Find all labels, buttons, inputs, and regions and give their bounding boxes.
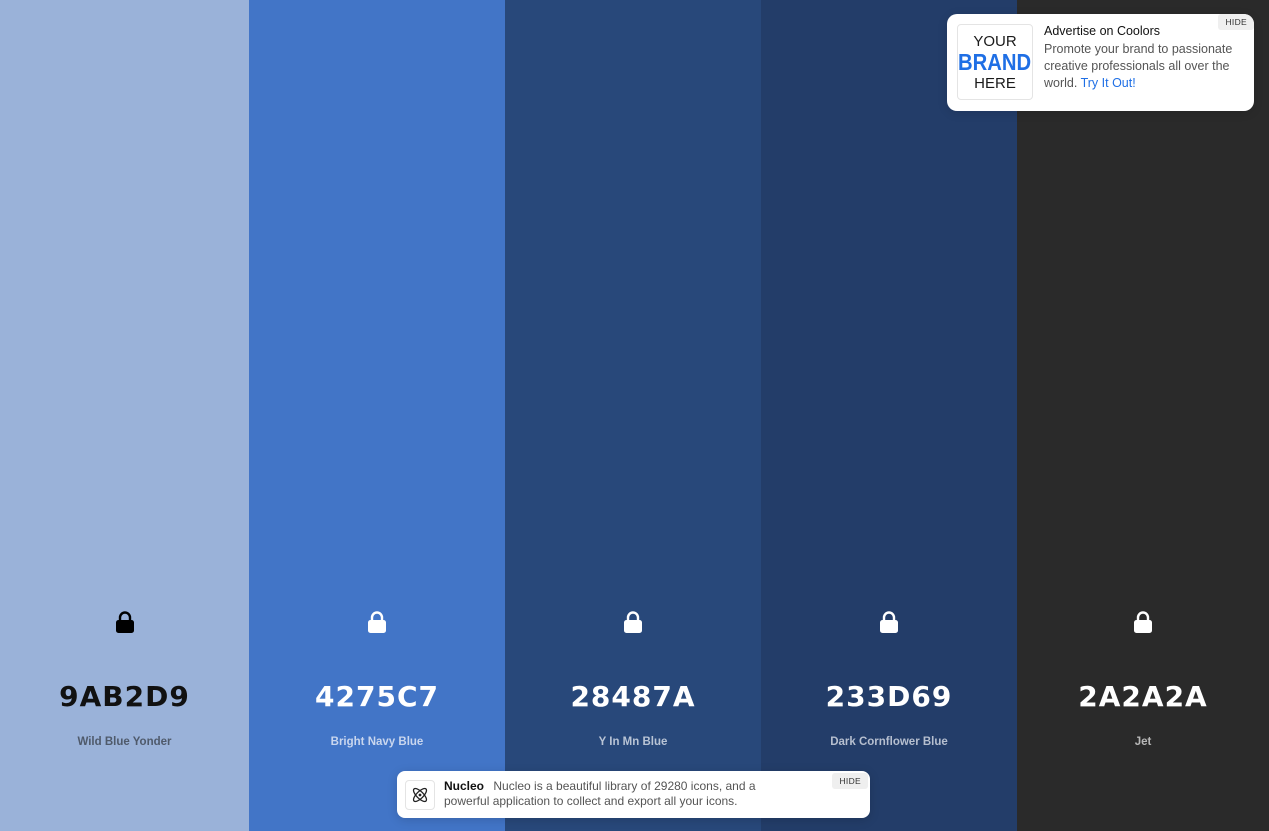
lock-icon[interactable] bbox=[879, 610, 899, 634]
hex-code[interactable]: 233D69 bbox=[761, 680, 1017, 713]
logo-line-1: YOUR bbox=[973, 32, 1017, 50]
notice-title: Nucleo bbox=[444, 779, 485, 793]
color-name: Wild Blue Yonder bbox=[77, 736, 172, 748]
hex-code[interactable]: 9AB2D9 bbox=[0, 680, 249, 713]
lock-icon[interactable] bbox=[115, 610, 135, 634]
atom-icon bbox=[405, 780, 435, 810]
color-name: Y In Mn Blue bbox=[598, 736, 668, 748]
hex-code[interactable]: 4275C7 bbox=[249, 680, 505, 713]
color-swatch-3[interactable]: 28487A Y In Mn Blue bbox=[505, 0, 761, 831]
ad-cta-link[interactable]: Try It Out! bbox=[1081, 76, 1136, 90]
lock-icon[interactable] bbox=[623, 610, 643, 634]
ad-body: Promote your brand to passionate creativ… bbox=[1044, 41, 1244, 92]
brand-logo[interactable]: YOUR BRAND HERE bbox=[957, 24, 1033, 100]
color-palette: 9AB2D9 Wild Blue Yonder 4275C7 Bright Na… bbox=[0, 0, 1269, 831]
sponsor-notice[interactable]: Nucleo Nucleo is a beautiful library of … bbox=[397, 771, 870, 818]
hex-code[interactable]: 2A2A2A bbox=[1017, 680, 1269, 713]
notice-text: Nucleo Nucleo is a beautiful library of … bbox=[444, 779, 804, 809]
advertisement-card[interactable]: YOUR BRAND HERE Advertise on Coolors Pro… bbox=[947, 14, 1254, 111]
notice-body: Nucleo is a beautiful library of 29280 i… bbox=[444, 779, 756, 808]
lock-icon[interactable] bbox=[367, 610, 387, 634]
hex-code[interactable]: 28487A bbox=[505, 680, 761, 713]
color-swatch-4[interactable]: 233D69 Dark Cornflower Blue bbox=[761, 0, 1017, 831]
logo-line-2: BRAND bbox=[958, 48, 1032, 75]
ad-hide-button[interactable]: HIDE bbox=[1218, 14, 1254, 30]
color-name: Dark Cornflower Blue bbox=[830, 736, 948, 748]
color-swatch-1[interactable]: 9AB2D9 Wild Blue Yonder bbox=[0, 0, 249, 831]
color-name: Jet bbox=[1134, 736, 1152, 748]
color-swatch-2[interactable]: 4275C7 Bright Navy Blue bbox=[249, 0, 505, 831]
color-name: Bright Navy Blue bbox=[330, 736, 424, 748]
ad-title: Advertise on Coolors bbox=[1044, 24, 1161, 38]
ad-body-text: Promote your brand to passionate creativ… bbox=[1044, 42, 1233, 90]
lock-icon[interactable] bbox=[1133, 610, 1153, 634]
notice-hide-button[interactable]: HIDE bbox=[832, 773, 868, 789]
color-swatch-5[interactable]: 2A2A2A Jet bbox=[1017, 0, 1269, 831]
logo-line-3: HERE bbox=[974, 74, 1016, 92]
